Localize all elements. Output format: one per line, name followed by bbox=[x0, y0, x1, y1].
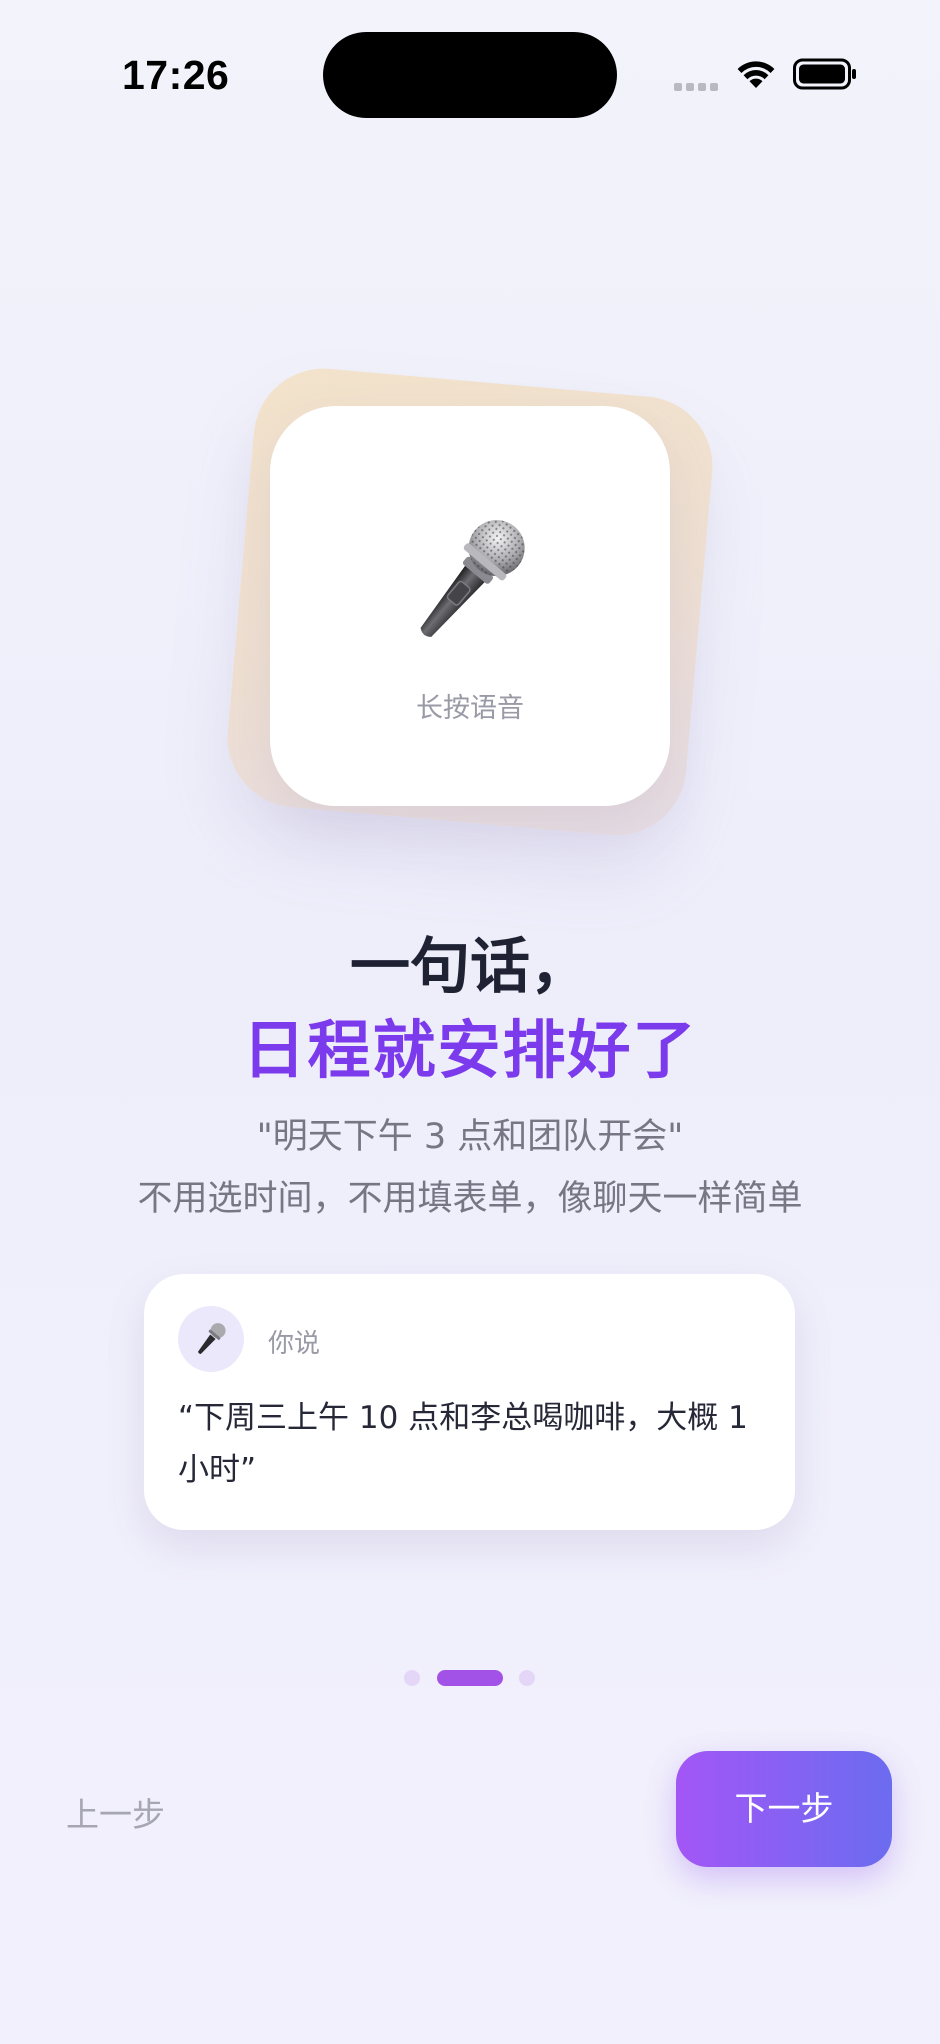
pager-dot-1 bbox=[404, 1670, 420, 1686]
pager-dot-3 bbox=[519, 1670, 535, 1686]
speaker-label: 你说 bbox=[268, 1329, 321, 1359]
previous-button[interactable]: 上一步 bbox=[66, 1788, 165, 1836]
cellular-signal-icon bbox=[674, 83, 718, 91]
avatar bbox=[178, 1306, 244, 1372]
microphone-icon bbox=[420, 520, 525, 637]
hero-caption: 长按语音 bbox=[416, 693, 524, 724]
subtitle-example: "明天下午 3 点和团队开会" bbox=[256, 1117, 684, 1157]
dynamic-island bbox=[323, 32, 617, 118]
battery-icon bbox=[793, 58, 856, 90]
wifi-icon bbox=[737, 61, 775, 88]
voice-hero-card: 长按语音 bbox=[270, 406, 670, 806]
pager-dot-2-active bbox=[437, 1670, 503, 1686]
subtitle-description: 不用选时间，不用填表单，像聊天一样简单 bbox=[137, 1179, 803, 1219]
status-time: 17:26 bbox=[122, 52, 230, 98]
next-button[interactable]: 下一步 bbox=[676, 1751, 892, 1867]
example-quote: “下周三上午 10 点和李总喝咖啡，大概 1 小时” bbox=[178, 1400, 748, 1488]
microphone-icon bbox=[198, 1323, 226, 1354]
headline-line-2: 日程就安排好了 bbox=[242, 1014, 698, 1087]
example-card: 你说 “下周三上午 10 点和李总喝咖啡，大概 1 小时” bbox=[144, 1274, 795, 1530]
headline-line-1: 一句话， bbox=[350, 932, 590, 1002]
